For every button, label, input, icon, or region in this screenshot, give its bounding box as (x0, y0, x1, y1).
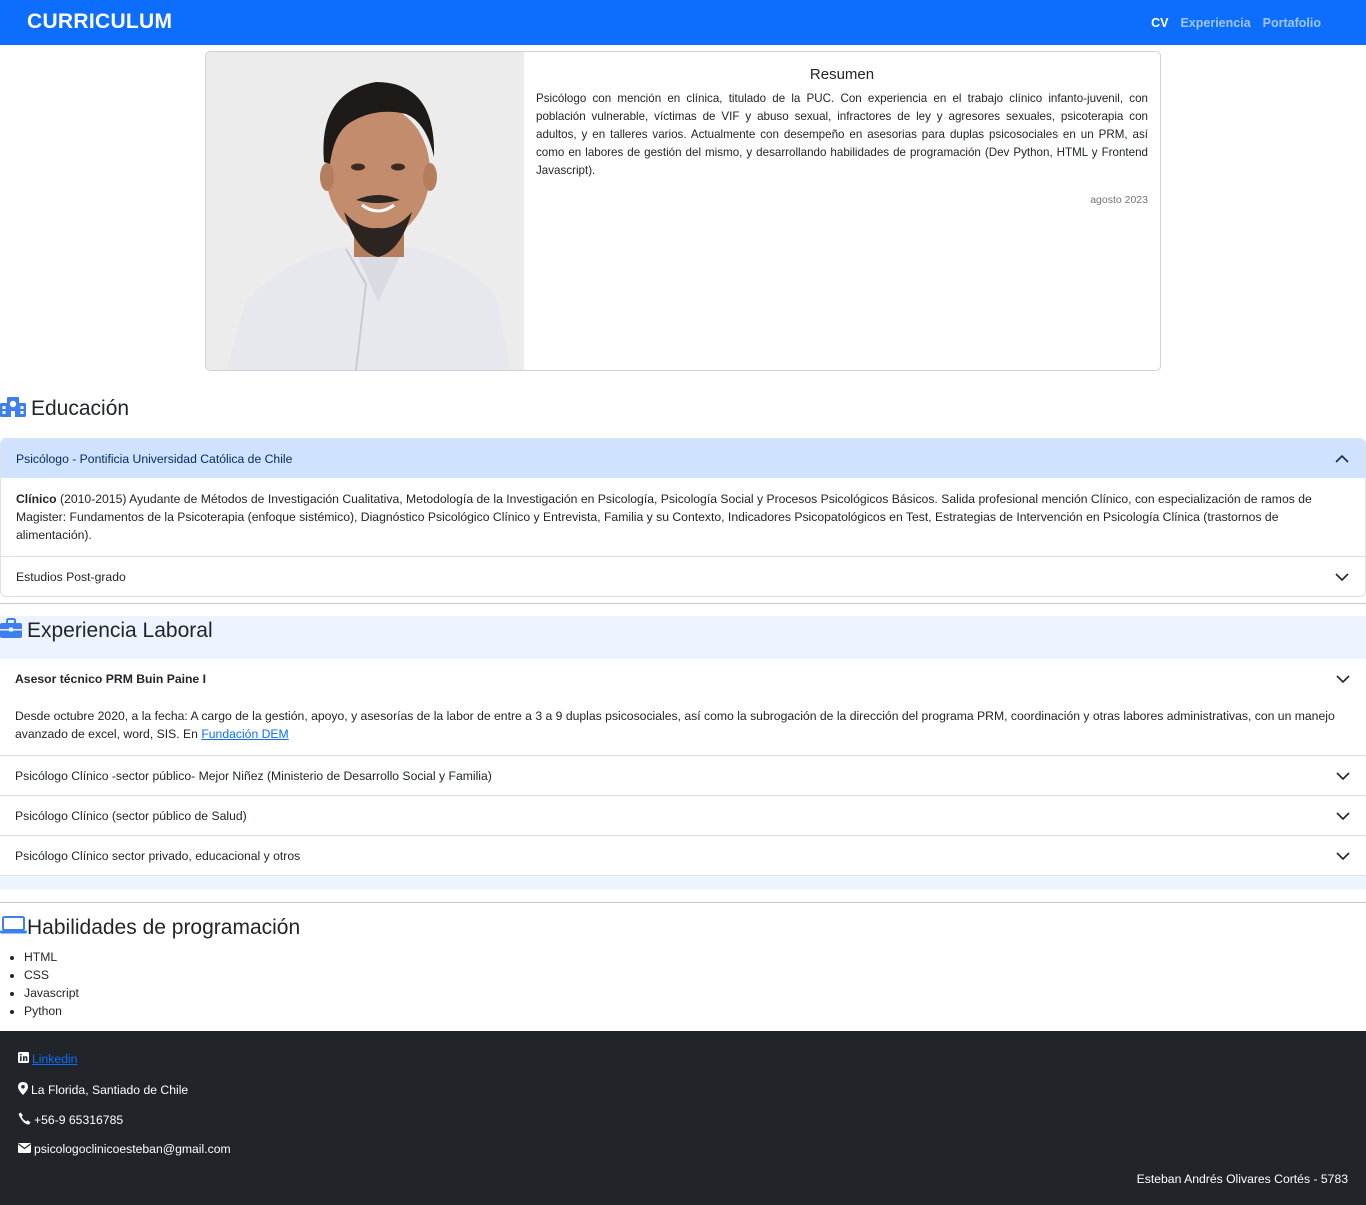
chevron-down-icon (1336, 772, 1350, 781)
skill-item: CSS (24, 966, 79, 984)
exp-item-salud[interactable]: Psicólogo Clínico (sector público de Sal… (0, 796, 1366, 836)
linkedin-link[interactable]: Linkedin (32, 1052, 77, 1066)
chevron-down-icon (1335, 573, 1349, 582)
linkedin-icon (18, 1052, 29, 1066)
exp-body-asesor: Desde octubre 2020, a la fecha: A cargo … (0, 698, 1366, 755)
fundacion-dem-link[interactable]: Fundación DEM (201, 727, 288, 741)
experiencia-section: Experiencia Laboral Asesor técnico PRM B… (0, 616, 1366, 889)
phone-text: +56-9 65316785 (34, 1113, 124, 1127)
footer-email: psicologoclinicoesteban@gmail.com (18, 1142, 231, 1156)
footer-signature: Esteban Andrés Olivares Cortés - 5783 (1136, 1172, 1348, 1186)
laptop-icon (0, 916, 27, 940)
chevron-up-icon (1335, 454, 1349, 463)
habilidades-heading: Habilidades de programación (0, 916, 300, 940)
school-icon (0, 395, 26, 423)
navbar: CURRICULUM CV Experiencia Portafolio (0, 0, 1366, 45)
email-text: psicologoclinicoesteban@gmail.com (34, 1142, 231, 1156)
accordion-body-text: (2010-2015) Ayudante de Métodos de Inves… (16, 492, 1312, 542)
nav-links: CV Experiencia Portafolio (1151, 16, 1321, 30)
footer: Linkedin La Florida, Santiado de Chile +… (0, 1031, 1366, 1205)
exp-header-label: Psicólogo Clínico (sector público de Sal… (15, 808, 247, 823)
navbar-brand[interactable]: CURRICULUM (27, 10, 172, 34)
envelope-icon (18, 1142, 31, 1156)
divider (0, 902, 1366, 903)
educacion-accordion: Psicólogo - Pontificia Universidad Catól… (0, 438, 1366, 597)
accordion-body-psicologo: Clínico (2010-2015) Ayudante de Métodos … (1, 478, 1365, 557)
chevron-down-icon (1336, 675, 1350, 684)
accordion-header-label: Estudios Post-grado (16, 569, 126, 584)
profile-photo (206, 52, 524, 370)
experiencia-heading: Experiencia Laboral (0, 618, 213, 644)
briefcase-icon (0, 618, 22, 644)
exp-header-label: Psicólogo Clínico -sector público- Mejor… (15, 768, 492, 783)
exp-item-mejor-ninez[interactable]: Psicólogo Clínico -sector público- Mejor… (0, 756, 1366, 796)
exp-header-label: Asesor técnico PRM Buin Paine I (15, 671, 206, 686)
exp-header-asesor[interactable]: Asesor técnico PRM Buin Paine I (0, 659, 1366, 698)
accordion-item-psicologo[interactable]: Psicólogo - Pontificia Universidad Catól… (1, 439, 1365, 478)
skill-item: Javascript (24, 984, 79, 1002)
footer-location: La Florida, Santiado de Chile (18, 1082, 188, 1098)
nav-link-cv[interactable]: CV (1151, 16, 1168, 30)
educacion-title: Educación (31, 397, 130, 420)
resumen-body: Resumen Psicólogo con mención en clínica… (536, 52, 1148, 206)
phone-icon (18, 1112, 31, 1128)
exp-item-asesor: Asesor técnico PRM Buin Paine I Desde oc… (0, 659, 1366, 756)
resumen-card: Resumen Psicólogo con mención en clínica… (205, 51, 1161, 371)
experiencia-title: Experiencia Laboral (27, 619, 213, 642)
habilidades-title: Habilidades de programación (27, 916, 301, 939)
footer-phone: +56-9 65316785 (18, 1112, 123, 1128)
accordion-header-label: Psicólogo - Pontificia Universidad Catól… (16, 451, 293, 466)
skill-item: HTML (24, 948, 79, 966)
footer-linkedin: Linkedin (18, 1052, 77, 1066)
resumen-date: agosto 2023 (1090, 194, 1148, 206)
experiencia-accordion: Asesor técnico PRM Buin Paine I Desde oc… (0, 659, 1366, 876)
resumen-title: Resumen (809, 66, 875, 83)
divider (0, 603, 1366, 604)
location-pin-icon (18, 1082, 28, 1098)
chevron-down-icon (1336, 852, 1350, 861)
skills-list: HTML CSS Javascript Python (0, 948, 79, 1020)
exp-header-label: Psicólogo Clínico sector privado, educac… (15, 848, 301, 863)
location-text: La Florida, Santiado de Chile (31, 1083, 189, 1097)
accordion-body-bold: Clínico (16, 492, 57, 506)
chevron-down-icon (1336, 812, 1350, 821)
nav-link-experiencia[interactable]: Experiencia (1180, 16, 1250, 30)
exp-item-privado[interactable]: Psicólogo Clínico sector privado, educac… (0, 836, 1366, 876)
accordion-item-postgrado[interactable]: Estudios Post-grado (1, 557, 1365, 596)
educacion-heading: Educación (0, 395, 129, 423)
resumen-text: Psicólogo con mención en clínica, titula… (536, 92, 1148, 177)
skill-item: Python (24, 1002, 79, 1020)
nav-link-portafolio[interactable]: Portafolio (1263, 16, 1321, 30)
